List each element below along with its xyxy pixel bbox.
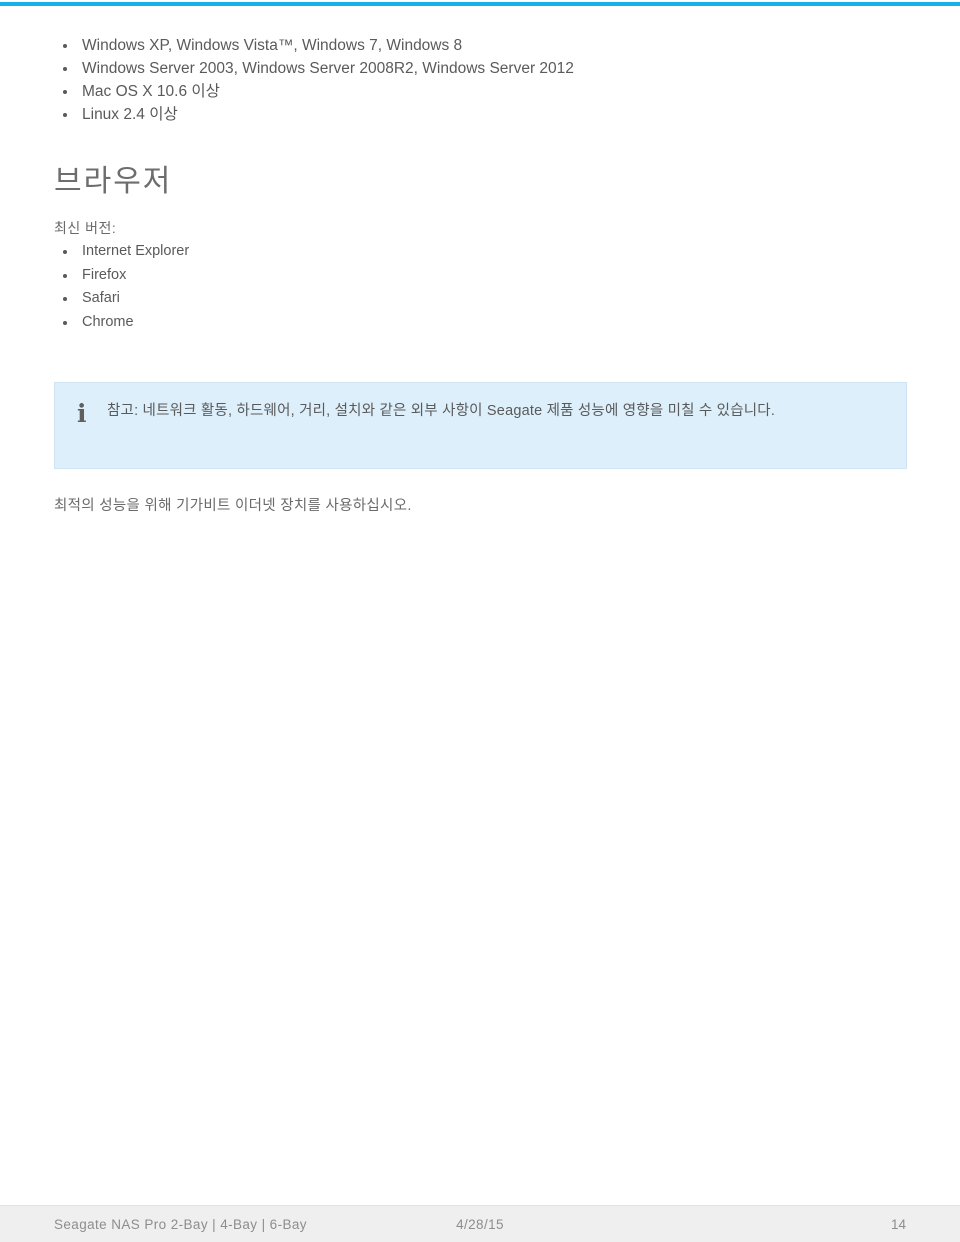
footer-product-name: Seagate NAS Pro 2-Bay | 4-Bay | 6-Bay	[54, 1216, 307, 1232]
list-item: Chrome	[54, 311, 906, 335]
note-callout: i 참고: 네트워크 활동, 하드웨어, 거리, 설치와 같은 외부 사항이 S…	[54, 382, 907, 469]
info-icon: i	[77, 399, 87, 428]
page-content: Windows XP, Windows Vista™, Windows 7, W…	[54, 0, 907, 517]
page-title: 브라우저	[54, 165, 173, 198]
footer-page-number: 14	[890, 1216, 906, 1232]
closing-recommendation-text: 최적의 성능을 위해 기가비트 이더넷 장치를 사용하십시오.	[54, 498, 412, 514]
page-footer: Seagate NAS Pro 2-Bay | 4-Bay | 6-Bay 4/…	[0, 1205, 960, 1242]
list-item: Windows Server 2003, Windows Server 2008…	[54, 57, 906, 80]
list-item: Firefox	[54, 264, 906, 288]
list-item: Mac OS X 10.6 이상	[54, 80, 906, 103]
document-page: Windows XP, Windows Vista™, Windows 7, W…	[0, 0, 960, 1242]
list-item: Safari	[54, 287, 906, 311]
footer-inner: Seagate NAS Pro 2-Bay | 4-Bay | 6-Bay 4/…	[0, 1206, 960, 1242]
browsers-lead-text: 최신 버전:	[54, 220, 117, 236]
list-item: Linux 2.4 이상	[54, 103, 906, 126]
supported-os-list: Windows XP, Windows Vista™, Windows 7, W…	[54, 34, 906, 126]
list-item: Windows XP, Windows Vista™, Windows 7, W…	[54, 34, 906, 57]
list-item: Internet Explorer	[54, 240, 906, 264]
supported-browsers-list: Internet Explorer Firefox Safari Chrome	[54, 240, 906, 334]
note-text: 참고: 네트워크 활동, 하드웨어, 거리, 설치와 같은 외부 사항이 Sea…	[107, 403, 776, 419]
